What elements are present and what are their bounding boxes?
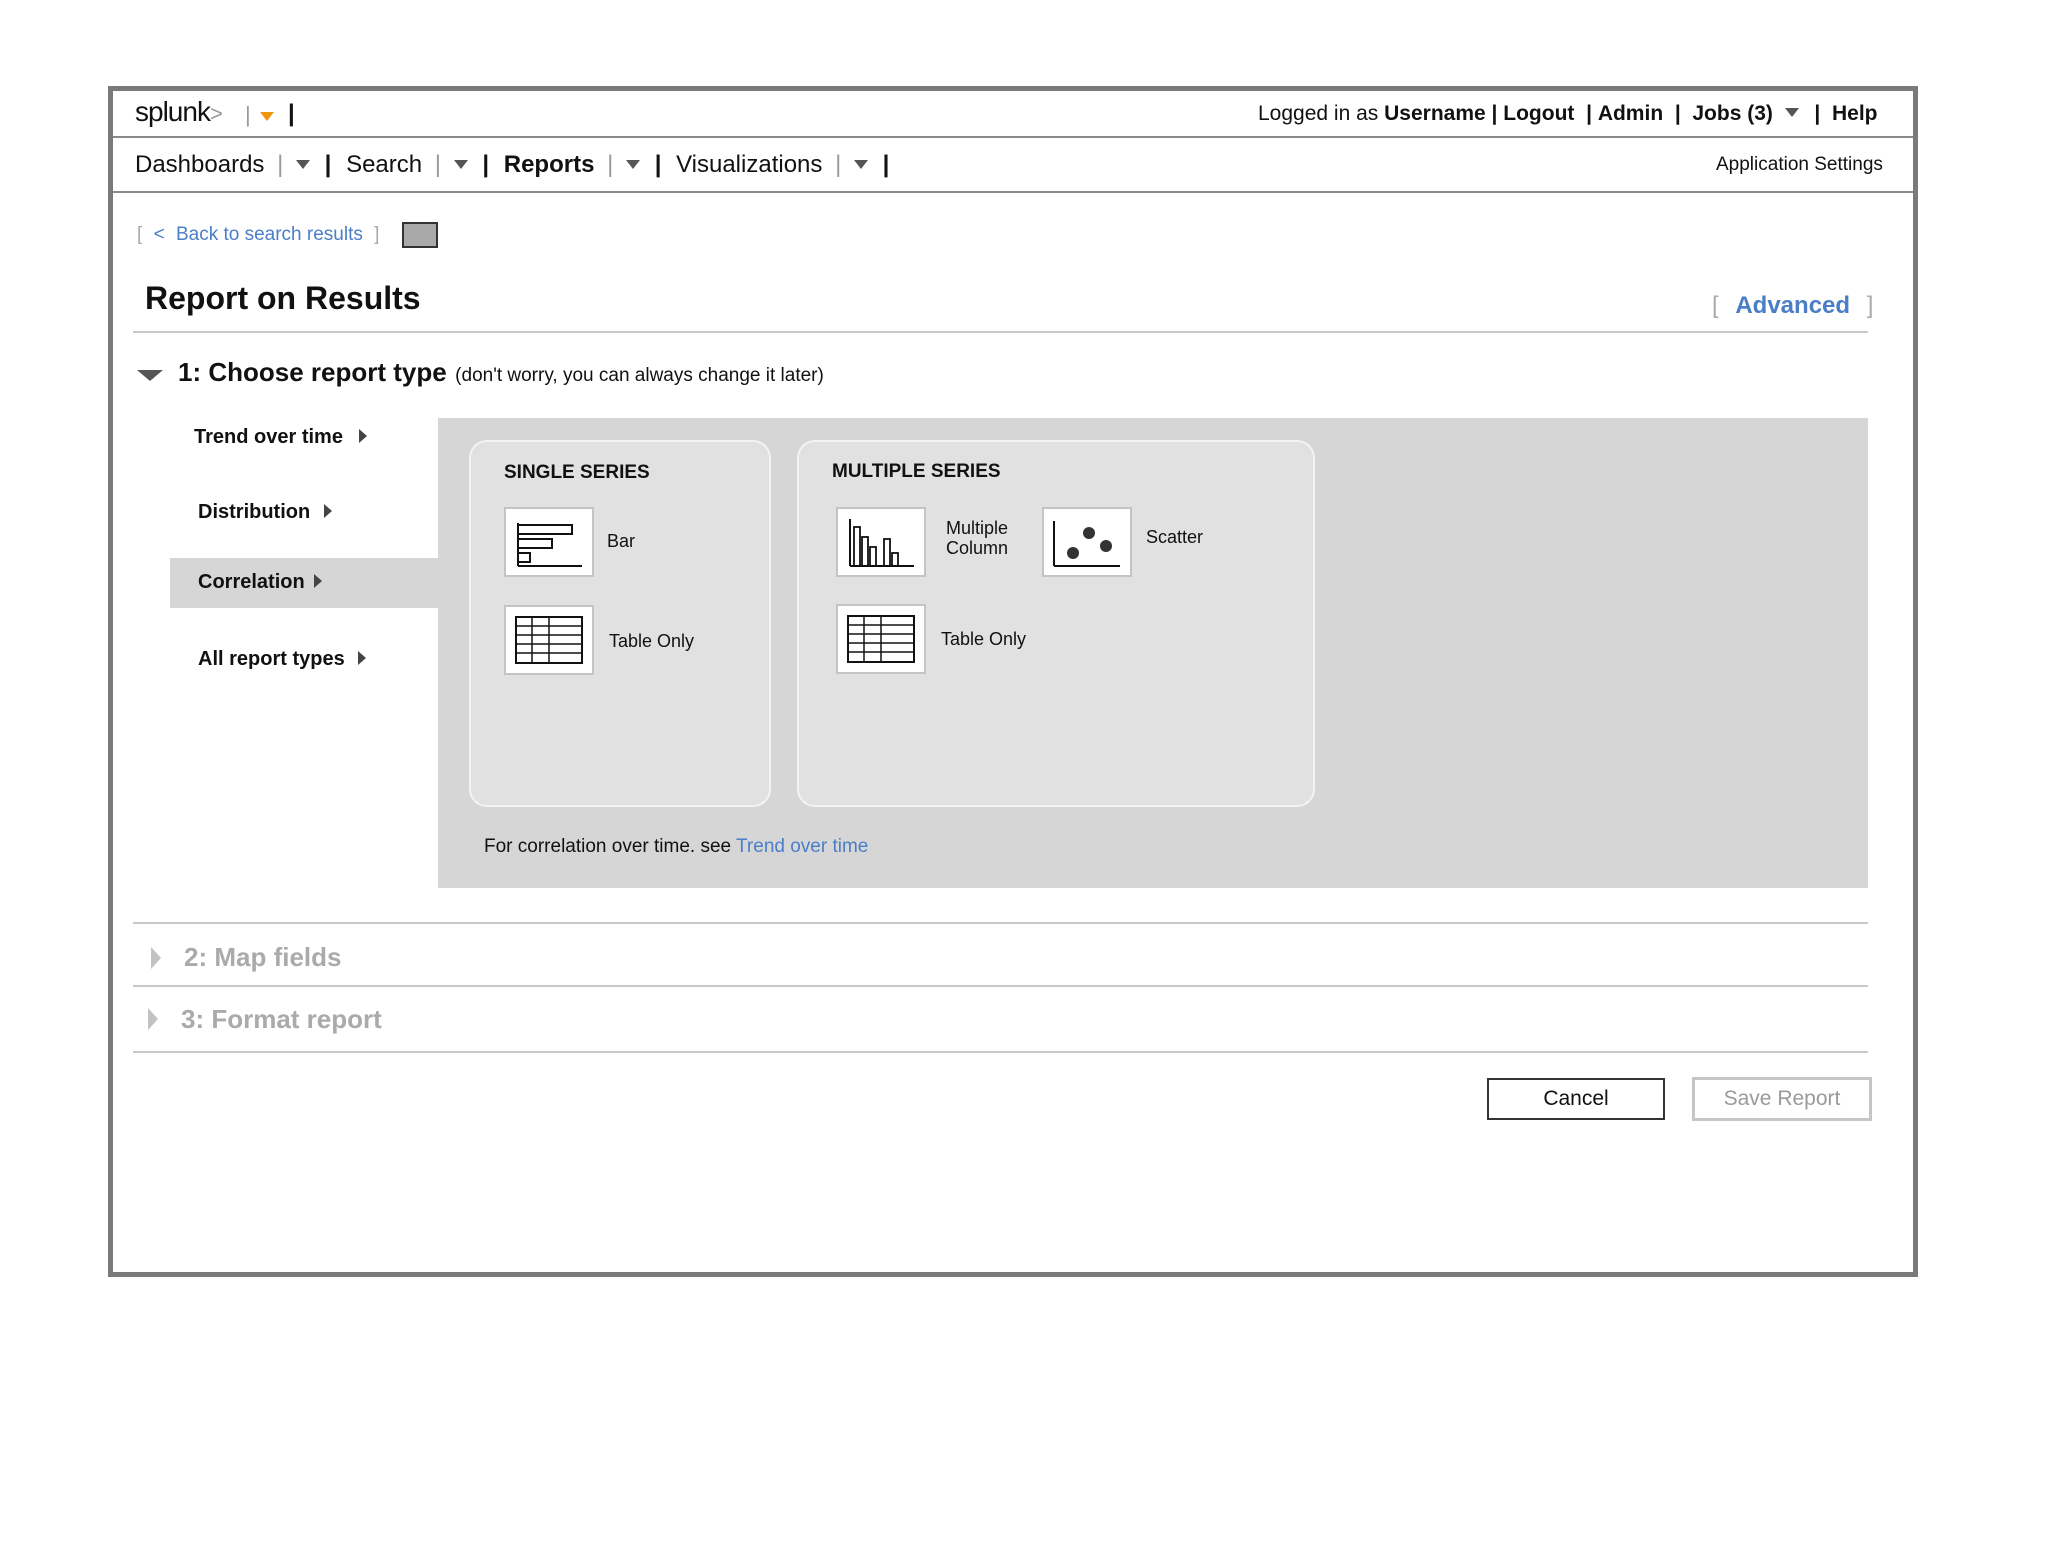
chevron-down-icon[interactable] bbox=[853, 160, 868, 169]
chevron-right-icon bbox=[358, 651, 367, 665]
logged-in-label: Logged in as bbox=[1258, 102, 1379, 125]
bar-chart-icon[interactable] bbox=[504, 507, 594, 577]
admin-link[interactable]: Admin bbox=[1598, 102, 1663, 125]
step1-title: 1: Choose report type bbox=[178, 357, 447, 387]
multiple-column-option-label[interactable]: Multiple Column bbox=[946, 518, 1008, 558]
step1-header: 1: Choose report type (don't worry, you … bbox=[178, 357, 824, 388]
chevron-left-icon[interactable]: < bbox=[154, 224, 165, 245]
advanced-toggle: [ Advanced ] bbox=[1712, 292, 1874, 319]
logout-link[interactable]: Logout bbox=[1503, 102, 1574, 125]
logo-text: splunk bbox=[135, 96, 211, 127]
app-menu-dropdown[interactable] bbox=[260, 108, 274, 126]
save-report-button[interactable]: Save Report bbox=[1692, 1077, 1872, 1121]
breadcrumb: [ < Back to search results ] bbox=[137, 224, 380, 245]
divider bbox=[133, 331, 1868, 333]
nav-item-visualizations[interactable]: Visualizations bbox=[676, 151, 822, 178]
category-all-report-types[interactable]: All report types bbox=[198, 648, 367, 671]
step2-expand-toggle[interactable] bbox=[151, 947, 161, 974]
bar-option-label[interactable]: Bar bbox=[607, 531, 635, 552]
page-title: Report on Results bbox=[145, 280, 421, 316]
column-chart-icon[interactable] bbox=[836, 507, 926, 577]
chevron-right-icon bbox=[148, 1008, 158, 1030]
account-bar: Logged in as Username | Logout | Admin |… bbox=[1258, 102, 1878, 125]
chevron-right-icon bbox=[323, 504, 332, 518]
nav-item-search[interactable]: Search bbox=[346, 151, 422, 178]
advanced-link[interactable]: Advanced bbox=[1735, 292, 1850, 319]
chevron-right-icon bbox=[358, 429, 367, 443]
help-link[interactable]: Help bbox=[1832, 102, 1878, 125]
step3-expand-toggle[interactable] bbox=[148, 1008, 158, 1035]
chevron-down-icon bbox=[260, 112, 274, 121]
divider: | bbox=[288, 100, 295, 127]
divider: | bbox=[245, 102, 251, 127]
chevron-down-icon[interactable] bbox=[453, 160, 468, 169]
chevron-down-icon[interactable] bbox=[296, 160, 310, 169]
single-series-heading: SINGLE SERIES bbox=[504, 462, 650, 483]
divider bbox=[133, 985, 1868, 987]
cancel-button[interactable]: Cancel bbox=[1487, 1078, 1665, 1120]
multiple-series-heading: MULTIPLE SERIES bbox=[832, 461, 1001, 482]
table-icon[interactable] bbox=[836, 604, 926, 674]
table-only-option-label[interactable]: Table Only bbox=[941, 629, 1026, 650]
table-only-option-label[interactable]: Table Only bbox=[609, 631, 694, 652]
nav-item-dashboards[interactable]: Dashboards bbox=[135, 151, 264, 178]
nav-menu: Dashboards | | Search | | Reports | | Vi… bbox=[135, 151, 890, 178]
logo-chevron: > bbox=[209, 101, 223, 126]
category-trend-over-time[interactable]: Trend over time bbox=[194, 426, 367, 449]
divider bbox=[133, 922, 1868, 924]
chevron-down-icon[interactable] bbox=[1784, 108, 1799, 117]
back-to-search-link[interactable]: Back to search results bbox=[176, 224, 363, 245]
chevron-right-icon bbox=[314, 574, 323, 588]
username-link[interactable]: Username bbox=[1384, 102, 1486, 125]
chevron-right-icon bbox=[151, 947, 161, 969]
jobs-link[interactable]: Jobs (3) bbox=[1692, 102, 1773, 125]
trend-over-time-link[interactable]: Trend over time bbox=[736, 836, 868, 857]
scatter-chart-icon[interactable] bbox=[1042, 507, 1132, 577]
splunk-logo[interactable]: splunk> bbox=[135, 96, 223, 128]
step1-subtitle: (don't worry, you can always change it l… bbox=[455, 365, 824, 386]
category-correlation[interactable]: Correlation bbox=[198, 571, 323, 594]
correlation-note: For correlation over time. see Trend ove… bbox=[484, 836, 869, 857]
table-icon[interactable] bbox=[504, 605, 594, 675]
chevron-down-icon bbox=[137, 370, 163, 381]
chevron-down-icon[interactable] bbox=[626, 160, 641, 169]
nav-item-reports[interactable]: Reports bbox=[504, 151, 595, 178]
divider bbox=[133, 1051, 1868, 1053]
application-settings-link[interactable]: Application Settings bbox=[1716, 154, 1883, 176]
step2-title[interactable]: 2: Map fields bbox=[184, 942, 341, 973]
category-distribution[interactable]: Distribution bbox=[198, 501, 332, 524]
search-preview-thumbnail[interactable] bbox=[402, 222, 438, 248]
step3-title[interactable]: 3: Format report bbox=[181, 1004, 382, 1035]
step1-collapse-toggle[interactable] bbox=[137, 368, 163, 386]
scatter-option-label[interactable]: Scatter bbox=[1146, 527, 1203, 548]
